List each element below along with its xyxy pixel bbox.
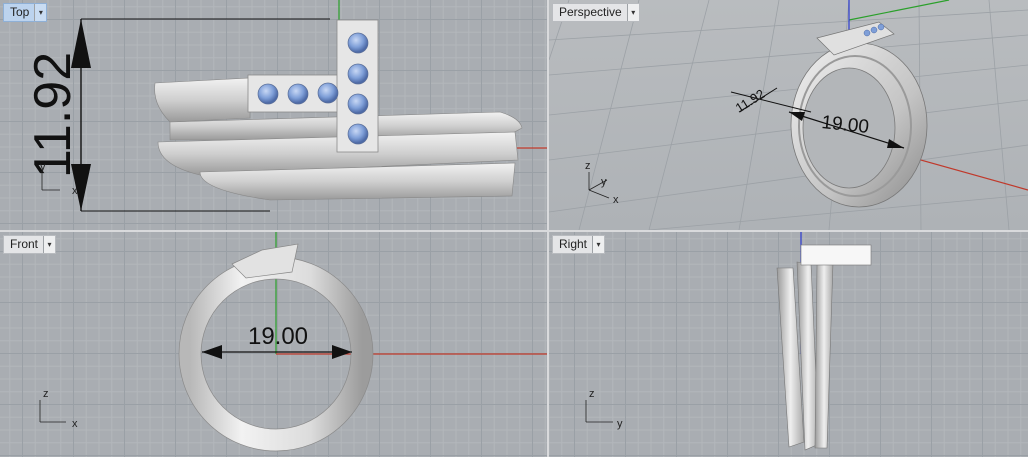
axis-gizmo-persp: z y x — [585, 160, 619, 206]
svg-text:z: z — [585, 160, 591, 172]
viewport-top[interactable]: Top ▾ 11.92 y x — [0, 0, 547, 230]
svg-text:y: y — [40, 161, 46, 173]
viewport-title-label: Top — [10, 5, 30, 19]
svg-text:x: x — [72, 185, 78, 197]
chevron-down-icon[interactable]: ▾ — [626, 4, 639, 21]
chevron-down-icon[interactable]: ▾ — [34, 4, 47, 21]
diameter-dimension-text: 19.00 — [248, 323, 308, 350]
viewport-title-top[interactable]: Top ▾ — [3, 3, 48, 22]
viewport-title-label: Front — [10, 237, 39, 251]
viewport-front[interactable]: Front ▾ 19.00 z x — [0, 232, 547, 457]
viewport-title-front[interactable]: Front ▾ — [3, 235, 57, 254]
viewport-right[interactable]: Right ▾ z y — [549, 232, 1028, 457]
svg-text:y: y — [617, 418, 623, 430]
height-dimension-text: 11.92 — [733, 86, 768, 115]
chevron-down-icon[interactable]: ▾ — [43, 236, 56, 253]
svg-text:z: z — [589, 388, 595, 400]
top-view-scene: 11.92 y x — [24, 0, 547, 212]
viewport-title-perspective[interactable]: Perspective ▾ — [552, 3, 640, 22]
chevron-down-icon[interactable]: ▾ — [592, 236, 605, 253]
axis-gizmo-front: z x — [39, 388, 78, 430]
height-dimension-text: 11.92 — [24, 52, 82, 178]
right-view-scene: z y — [585, 232, 872, 451]
svg-text:z: z — [43, 388, 49, 400]
axis-gizmo-right: z y — [585, 388, 623, 430]
viewport-title-label: Right — [559, 237, 588, 251]
svg-text:x: x — [72, 418, 78, 430]
svg-text:x: x — [613, 194, 619, 206]
perspective-view-scene: 19.00 11.92 z y x — [549, 0, 1028, 230]
viewport-title-right[interactable]: Right ▾ — [552, 235, 606, 254]
viewport-perspective[interactable]: Perspective ▾ 19.00 11.92 z y x — [549, 0, 1028, 230]
front-view-scene: 19.00 z x — [39, 232, 547, 452]
viewport-title-label: Perspective — [559, 5, 622, 19]
svg-text:y: y — [601, 176, 607, 188]
perspective-grid — [549, 0, 1028, 230]
